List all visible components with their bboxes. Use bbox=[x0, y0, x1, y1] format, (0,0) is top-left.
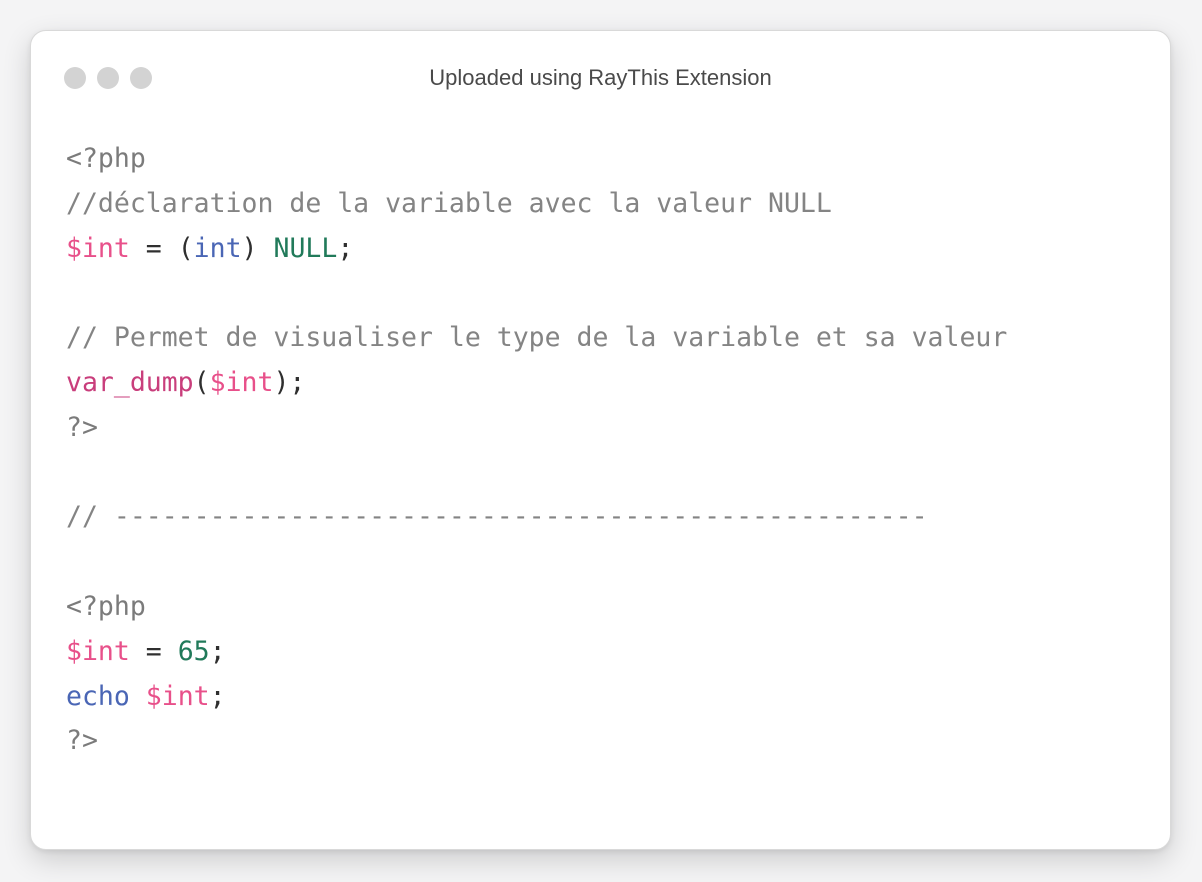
code-line-1: <?php bbox=[66, 137, 1007, 182]
code-line-14: ?> bbox=[66, 719, 1007, 764]
code-keyword: echo bbox=[66, 680, 130, 712]
code-line-6: var_dump($int); bbox=[66, 361, 1007, 406]
code-semicolon: ; bbox=[209, 680, 226, 712]
window-title: Uploaded using RayThis Extension bbox=[429, 65, 772, 90]
code-comment: // Permet de visualiser le type de la va… bbox=[66, 322, 1008, 354]
code-number: 65 bbox=[177, 635, 210, 667]
code-line-3: $int = (int) NULL; bbox=[66, 227, 1007, 272]
code-line-11: <?php bbox=[66, 585, 1007, 630]
code-comment: // -------------------------------------… bbox=[66, 501, 928, 533]
code-variable: $int bbox=[66, 635, 130, 667]
code-variable: $int bbox=[66, 232, 130, 264]
php-open-tag: <?php bbox=[66, 143, 146, 174]
code-line-7: ?> bbox=[66, 406, 1007, 451]
code-function: var_dump bbox=[66, 366, 194, 398]
code-operator: = bbox=[129, 635, 178, 667]
code-variable: $int bbox=[145, 680, 210, 712]
code-semicolon: ; bbox=[337, 232, 354, 264]
code-line-5: // Permet de visualiser le type de la va… bbox=[66, 316, 1007, 361]
code-type: int bbox=[193, 232, 242, 264]
php-open-tag: <?php bbox=[66, 590, 146, 622]
code-paren-close: ) bbox=[241, 232, 258, 264]
php-close-tag: ?> bbox=[66, 411, 98, 443]
code-line-13: echo $int; bbox=[66, 675, 1007, 720]
code-constant: NULL bbox=[273, 232, 338, 264]
code-variable: $int bbox=[209, 366, 274, 398]
code-paren-open: ( bbox=[193, 366, 210, 398]
code-paren-open: ( bbox=[177, 232, 194, 264]
code-comment: //déclaration de la variable avec la val… bbox=[66, 187, 832, 219]
code-block: <?php //déclaration de la variable avec l… bbox=[66, 137, 1007, 764]
code-operator: = bbox=[129, 232, 178, 264]
code-paren-close: ) bbox=[273, 366, 290, 398]
window-titlebar: Uploaded using RayThis Extension bbox=[31, 31, 1170, 123]
code-line-12: $int = 65; bbox=[66, 630, 1007, 675]
code-line-9: // -------------------------------------… bbox=[66, 495, 1007, 540]
code-window: Uploaded using RayThis Extension <?php //… bbox=[30, 30, 1171, 850]
code-semicolon: ; bbox=[209, 635, 226, 667]
code-semicolon: ; bbox=[289, 366, 306, 398]
code-line-2: //déclaration de la variable avec la val… bbox=[66, 182, 1007, 227]
php-close-tag: ?> bbox=[66, 725, 98, 757]
